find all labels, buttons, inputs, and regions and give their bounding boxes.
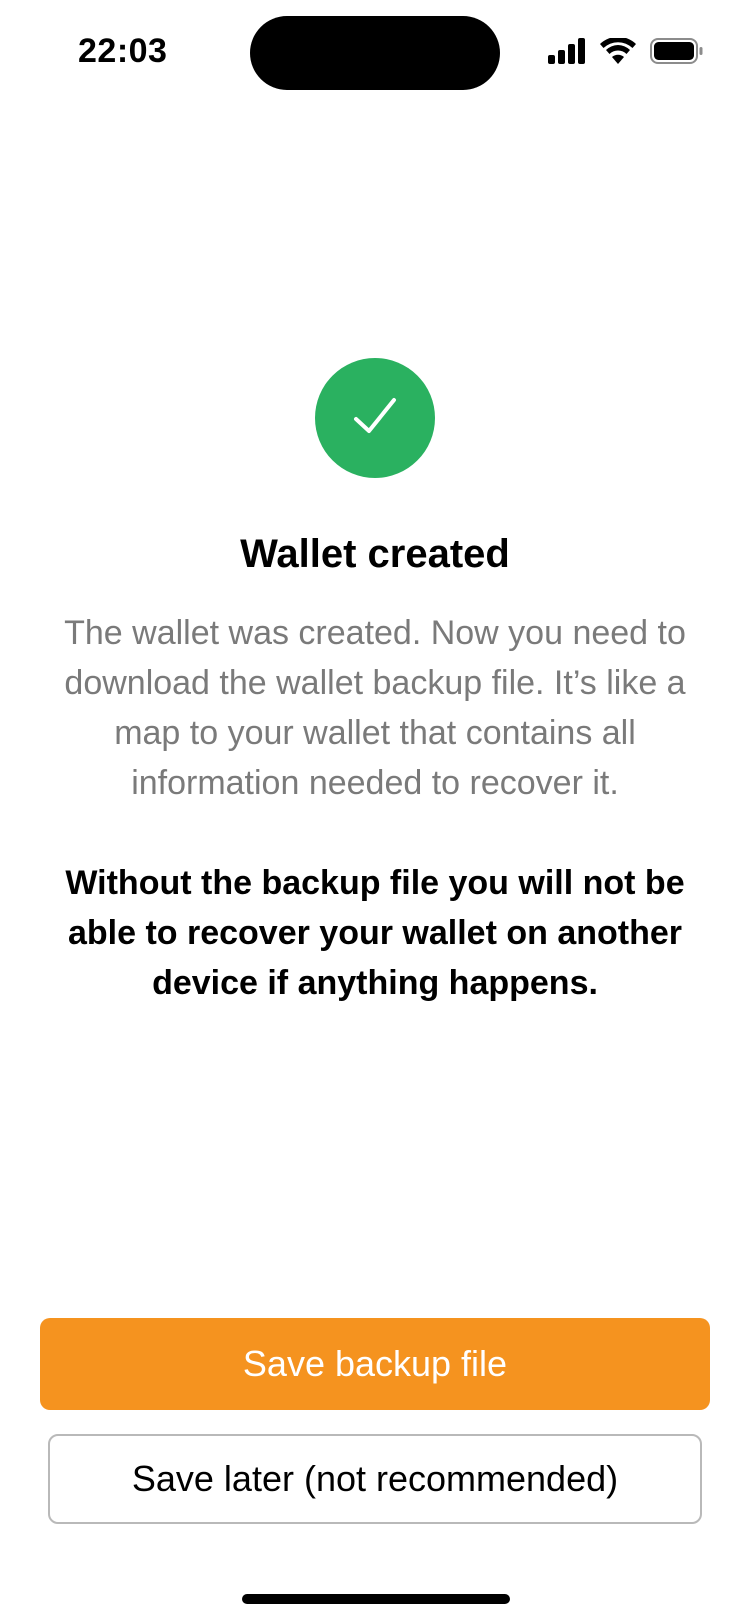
success-circle xyxy=(315,358,435,478)
battery-icon xyxy=(650,38,704,64)
wifi-icon xyxy=(600,38,636,64)
home-indicator[interactable] xyxy=(242,1594,510,1604)
status-icons xyxy=(548,38,704,64)
checkmark-icon xyxy=(353,396,397,441)
warning-text: Without the backup file you will not be … xyxy=(65,864,685,1002)
page-title: Wallet created xyxy=(240,532,510,576)
dynamic-island xyxy=(250,16,500,90)
signal-icon xyxy=(548,38,586,64)
save-backup-button[interactable]: Save backup file xyxy=(40,1318,710,1410)
save-later-button[interactable]: Save later (not recommended) xyxy=(48,1434,702,1524)
status-bar: 22:03 xyxy=(0,0,750,110)
status-time: 22:03 xyxy=(78,32,168,70)
description-text: The wallet was created. Now you need to … xyxy=(64,614,686,802)
